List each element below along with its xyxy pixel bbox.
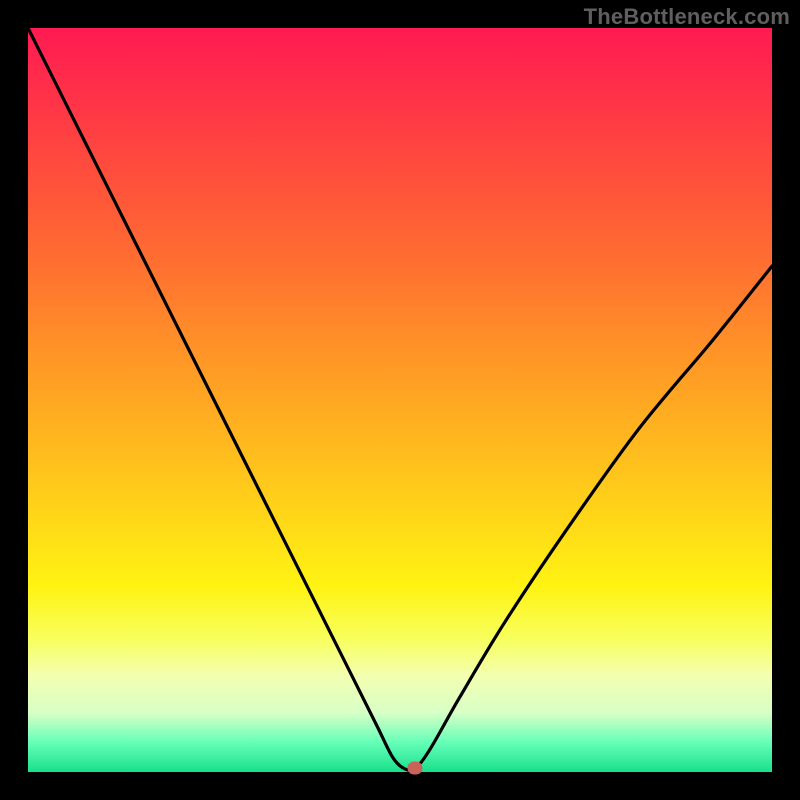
plot-area xyxy=(28,28,772,772)
watermark-text: TheBottleneck.com xyxy=(584,4,790,30)
bottleneck-curve xyxy=(28,28,772,770)
curve-svg xyxy=(28,28,772,772)
optimal-point-marker xyxy=(407,762,422,775)
chart-frame: TheBottleneck.com xyxy=(0,0,800,800)
